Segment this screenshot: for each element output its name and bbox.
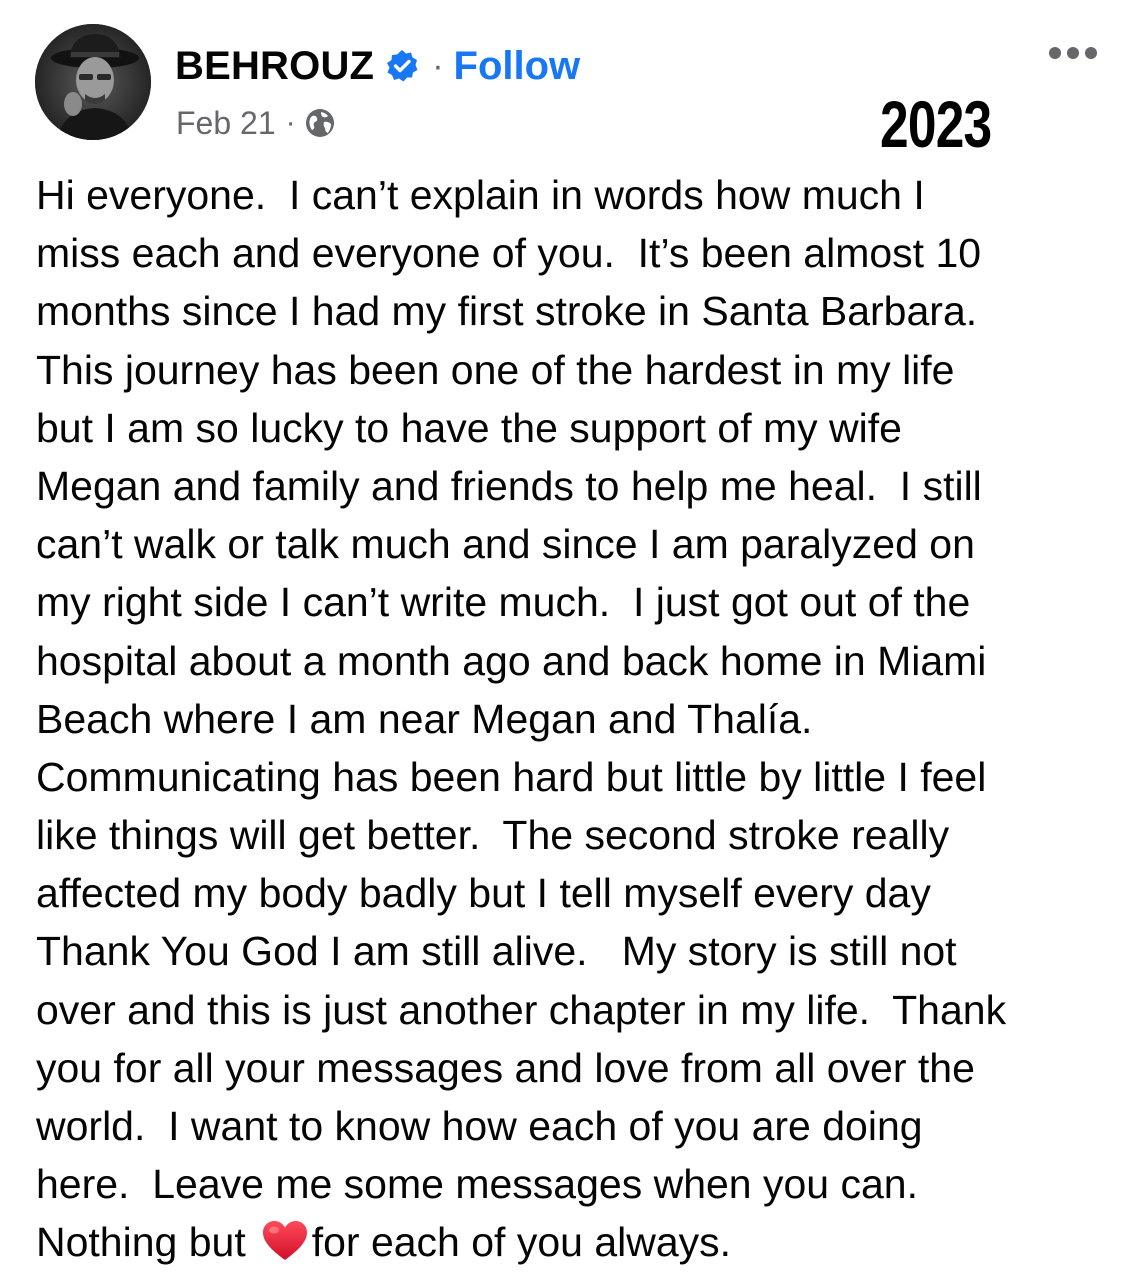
post-line: miss each and everyone of you. It’s been…	[36, 230, 982, 277]
post-line: over and this is just another chapter in…	[36, 986, 1007, 1033]
post-header: BEHROUZ · Follow	[175, 38, 580, 94]
post-meta: Feb 21 ·	[176, 100, 336, 146]
verified-badge-icon	[387, 50, 418, 82]
author-name[interactable]: BEHROUZ	[175, 44, 374, 89]
post-line: here. Leave me some messages when you ca…	[36, 1161, 918, 1208]
post-line: This journey has been one of the hardest…	[36, 346, 955, 393]
post-line: my right side I can’t write much. I just…	[36, 579, 971, 626]
post-line: like things will get better. The second …	[36, 812, 950, 859]
follow-button[interactable]: Follow	[454, 44, 581, 89]
last-line-start: Nothing but	[36, 1219, 246, 1266]
post-line: but I am so lucky to have the support of…	[36, 404, 902, 451]
heart-icon	[262, 1221, 307, 1261]
author-avatar[interactable]	[35, 24, 151, 140]
avatar-photo	[35, 24, 151, 140]
header-separator: ·	[432, 46, 444, 85]
more-options-icon[interactable]	[1046, 40, 1100, 66]
post-last-line: Nothing but for each of you always.	[36, 1213, 1116, 1271]
post-line: Megan and family and friends to help me …	[36, 462, 982, 509]
post-line: months since I had my first stroke in Sa…	[36, 288, 978, 335]
post-body: Hi everyone. I can’t explain in words ho…	[36, 166, 1116, 1272]
overlay-year-label: 2023	[880, 87, 992, 161]
globe-icon	[305, 109, 334, 137]
post-line: you for all your messages and love from …	[36, 1044, 975, 1091]
post-line: hospital about a month ago and back home…	[36, 637, 987, 684]
meta-separator: ·	[285, 106, 296, 139]
post-line: Beach where I am near Megan and Thalía.	[36, 695, 813, 742]
post-line: Thank You God I am still alive. My story…	[36, 928, 957, 975]
post-line: Communicating has been hard but little b…	[36, 753, 987, 800]
post-line: Hi everyone. I can’t explain in words ho…	[36, 172, 925, 218]
last-line-end: for each of you always.	[311, 1219, 732, 1266]
post-line: can’t walk or talk much and since I am p…	[36, 521, 975, 568]
post-line: world. I want to know how each of you ar…	[36, 1103, 923, 1149]
post-timestamp[interactable]: Feb 21	[176, 105, 276, 142]
post-line: affected my body badly but I tell myself…	[36, 870, 931, 917]
